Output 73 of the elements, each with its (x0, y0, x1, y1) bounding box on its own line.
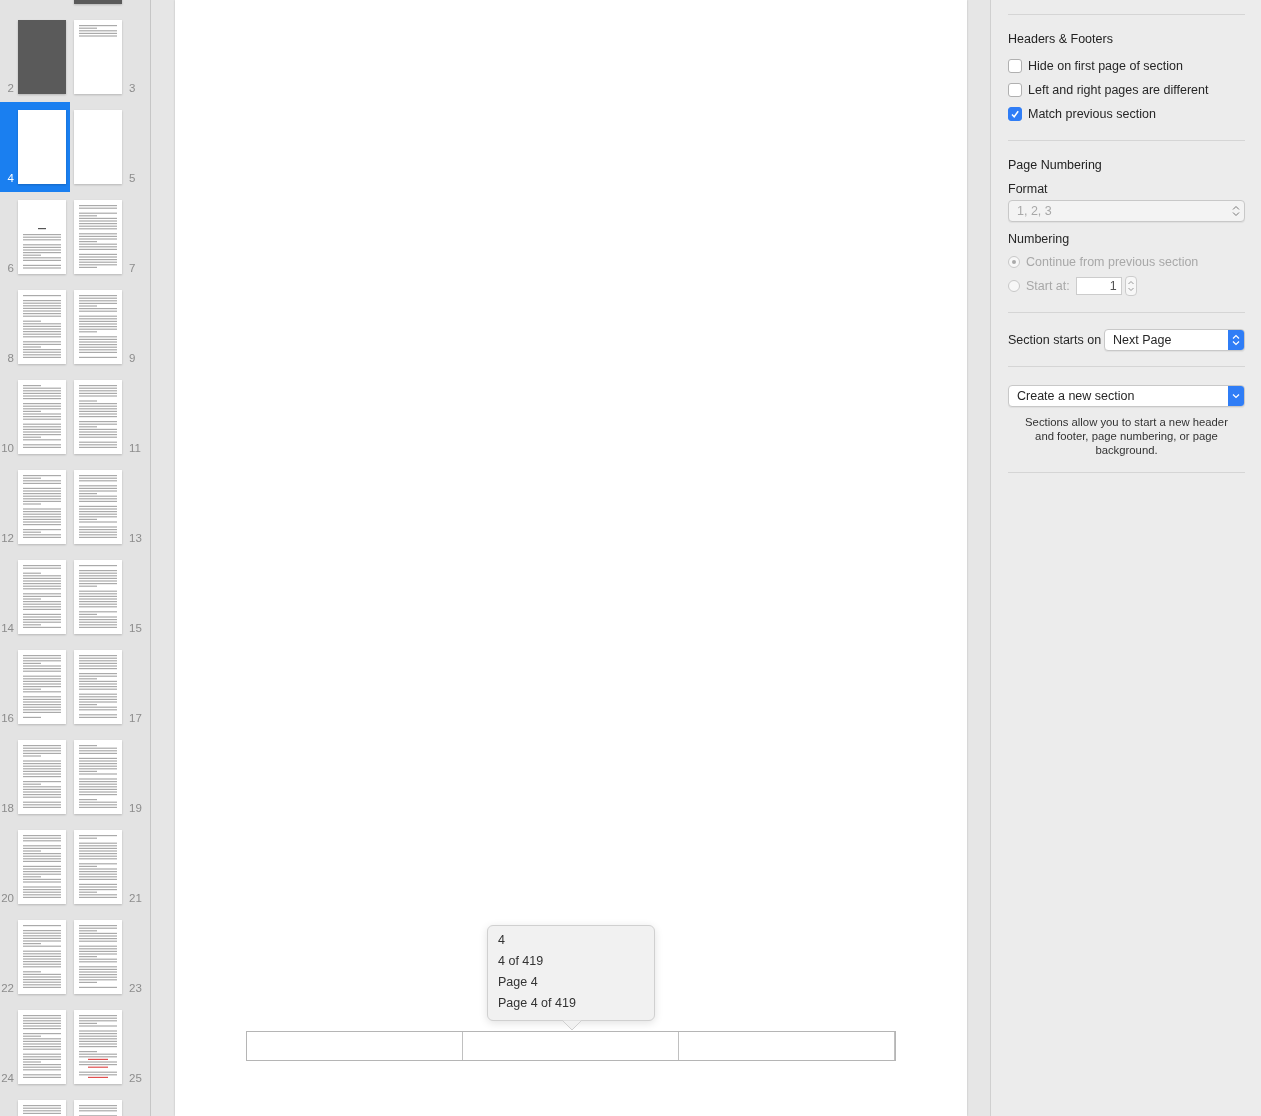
page-thumbnail-item[interactable]: 6 (0, 192, 70, 282)
page-number: 19 (129, 802, 142, 814)
page-number-option[interactable]: Page 4 of 419 (498, 993, 644, 1014)
field-label: Section starts on (1008, 333, 1102, 347)
page-number: 7 (129, 262, 136, 274)
stepper-arrows-icon (1126, 279, 1135, 293)
page-number: 22 (0, 982, 14, 994)
field-label: Format (1008, 182, 1049, 196)
page-thumbnail-item[interactable]: 11 (70, 372, 150, 462)
page-number: 21 (129, 892, 142, 904)
page-thumbnail-item[interactable]: 22 (0, 912, 70, 1002)
section-title: Page Numbering (1008, 158, 1103, 172)
page-number: 24 (0, 1072, 14, 1084)
checkbox[interactable] (1008, 83, 1022, 97)
page-number: 14 (0, 622, 14, 634)
stepper[interactable] (1124, 276, 1137, 296)
page-thumbnail-item[interactable]: 15 (70, 552, 150, 642)
page-thumbnail-item[interactable]: 16 (0, 642, 70, 732)
page-number: 25 (129, 1072, 142, 1084)
page-thumbnail-item[interactable]: 17 (70, 642, 150, 732)
page-number: 23 (129, 982, 142, 994)
page-thumbnail-item[interactable]: 9 (70, 282, 150, 372)
page-thumbnail-item[interactable]: 18 (0, 732, 70, 822)
page-number-option[interactable]: Page 4 (498, 972, 644, 993)
page-thumbnail-item[interactable]: 20 (0, 822, 70, 912)
page-thumbnail-item[interactable]: 10 (0, 372, 70, 462)
section-title: Headers & Footers (1008, 32, 1114, 46)
page-thumbnail-item[interactable]: 5 (70, 102, 150, 192)
page-number: 8 (6, 352, 14, 364)
checkbox-label: Hide on first page of section (1028, 59, 1183, 73)
page-number: 4 (6, 172, 14, 184)
help-text: Sections allow you to start a new header and footer, page numbering, or page background. (1024, 415, 1229, 457)
page-number: 5 (129, 172, 136, 184)
page-number-option[interactable]: 4 of 419 (498, 951, 644, 972)
page-number: 12 (0, 532, 14, 544)
section-start-dropdown[interactable]: Next Page (1104, 329, 1245, 351)
page-number: 16 (0, 712, 14, 724)
page-thumbnail-item[interactable]: 21 (70, 822, 150, 912)
page-number: 13 (129, 532, 142, 544)
page-number: 15 (129, 622, 142, 634)
page-thumbnail-item[interactable]: 13 (70, 462, 150, 552)
page-thumbnail-item[interactable]: 24 (0, 1002, 70, 1092)
page-number: 2 (6, 82, 14, 94)
create-section-dropdown[interactable]: Create a new section (1008, 385, 1245, 407)
page-number: 3 (129, 82, 136, 94)
stepper-arrows-icon (1232, 205, 1240, 217)
page-thumbnail-item[interactable]: 19 (70, 732, 150, 822)
page-thumbnail-item[interactable]: 25 (70, 1002, 150, 1092)
page-number: 6 (6, 262, 14, 274)
page-number-option[interactable]: 4 (498, 930, 644, 951)
page-number: 10 (0, 442, 14, 454)
checkbox-label: Match previous section (1028, 107, 1156, 121)
field-label: Numbering (1008, 232, 1071, 246)
page-number: 9 (129, 352, 136, 364)
checkbox[interactable] (1008, 59, 1022, 73)
checkbox[interactable] (1008, 107, 1022, 121)
stepper-arrows-icon (1228, 330, 1244, 350)
chevron-down-icon (1228, 386, 1244, 406)
page-number: 17 (129, 712, 142, 724)
page-thumbnail-item[interactable]: 8 (0, 282, 70, 372)
page-thumbnail-item[interactable]: 12 (0, 462, 70, 552)
page-thumbnail-item[interactable]: 23 (70, 912, 150, 1002)
checkbox-label: Left and right pages are different (1028, 83, 1209, 97)
page-number: 20 (0, 892, 14, 904)
page-thumbnail-item[interactable]: 4 (0, 102, 70, 192)
page-number: 18 (0, 802, 14, 814)
page-thumbnail-item[interactable]: 7 (70, 192, 150, 282)
radio-label: Start at: (1026, 279, 1070, 293)
radio-label: Continue from previous section (1026, 255, 1199, 269)
page-number: 11 (129, 442, 141, 454)
page-thumbnail-item[interactable]: 14 (0, 552, 70, 642)
page-thumbnail-item[interactable]: 2 (0, 12, 70, 102)
page-thumbnail-item[interactable]: 3 (70, 12, 150, 102)
